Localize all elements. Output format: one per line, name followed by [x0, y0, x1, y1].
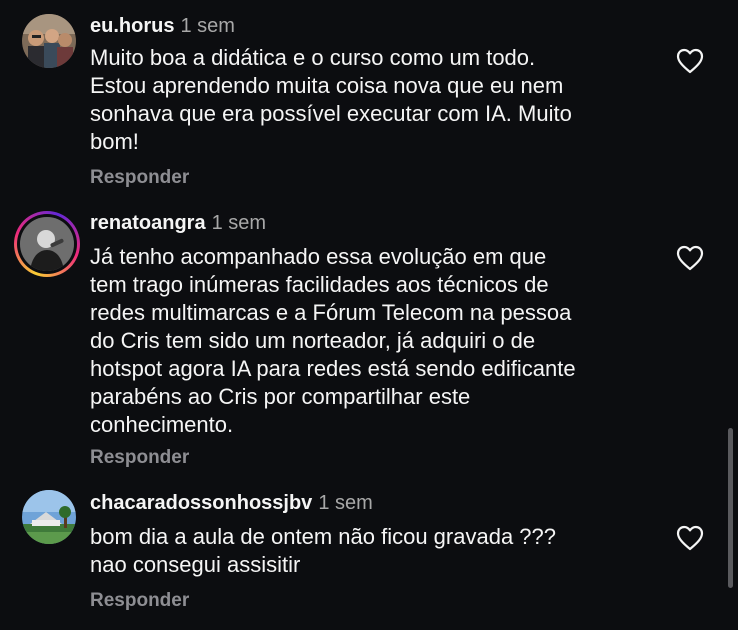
comment-line: Estou aprendendo muita coisa nova que eu… [90, 73, 564, 98]
comment-line: bom! [90, 129, 139, 154]
username[interactable]: chacaradossonhossjbv [90, 492, 312, 514]
comment-header: renatoangra 1 sem [90, 211, 266, 235]
comment-time: 1 sem [180, 15, 235, 37]
comment-text: Muito boa a didática e o curso como um t… [90, 44, 650, 156]
comment-time: 1 sem [211, 212, 267, 234]
comment-header: chacaradossonhossjbv 1 sem [90, 491, 373, 515]
scrollbar[interactable] [728, 428, 733, 588]
comment-header: eu.horus 1 sem [90, 14, 235, 38]
avatar[interactable] [22, 14, 76, 68]
reply-button[interactable]: Responder [90, 590, 189, 612]
comment-time: 1 sem [318, 492, 373, 514]
comment-line: sonhava que era possível executar com IA… [90, 101, 572, 126]
comment-line: redes multimarcas e a Fórum Telecom na p… [90, 300, 572, 325]
username[interactable]: eu.horus [90, 15, 174, 37]
comment-line: Muito boa a didática e o curso como um t… [90, 45, 536, 70]
heart-outline-icon[interactable] [676, 525, 704, 551]
comment-line: do Cris tem sido um norteador, já adquir… [90, 328, 536, 353]
comment-line: conhecimento. [90, 412, 234, 437]
comment-text: Já tenho acompanhado essa evolução em qu… [90, 243, 650, 439]
comment-line: bom dia a aula de ontem não ficou gravad… [90, 524, 556, 549]
reply-button[interactable]: Responder [90, 447, 189, 469]
username[interactable]: renatoangra [90, 212, 206, 234]
comment-line: hotspot agora IA para redes está sendo e… [90, 356, 576, 381]
comments-panel: eu.horus 1 sem Muito boa a didática e o c… [0, 0, 738, 630]
comment-line: parabéns ao Cris por compartilhar este [90, 384, 471, 409]
story-ring[interactable] [14, 211, 80, 277]
comment-text: bom dia a aula de ontem não ficou gravad… [90, 523, 650, 579]
avatar[interactable] [20, 217, 74, 271]
avatar[interactable] [22, 490, 76, 544]
comment-line: tem trago inúmeras facilidades aos técni… [90, 272, 549, 297]
reply-button[interactable]: Responder [90, 167, 189, 189]
comment-line: nao consegui assisitir [90, 552, 301, 577]
comment-line: Já tenho acompanhado essa evolução em qu… [90, 244, 547, 269]
heart-outline-icon[interactable] [676, 48, 704, 74]
heart-outline-icon[interactable] [676, 245, 704, 271]
